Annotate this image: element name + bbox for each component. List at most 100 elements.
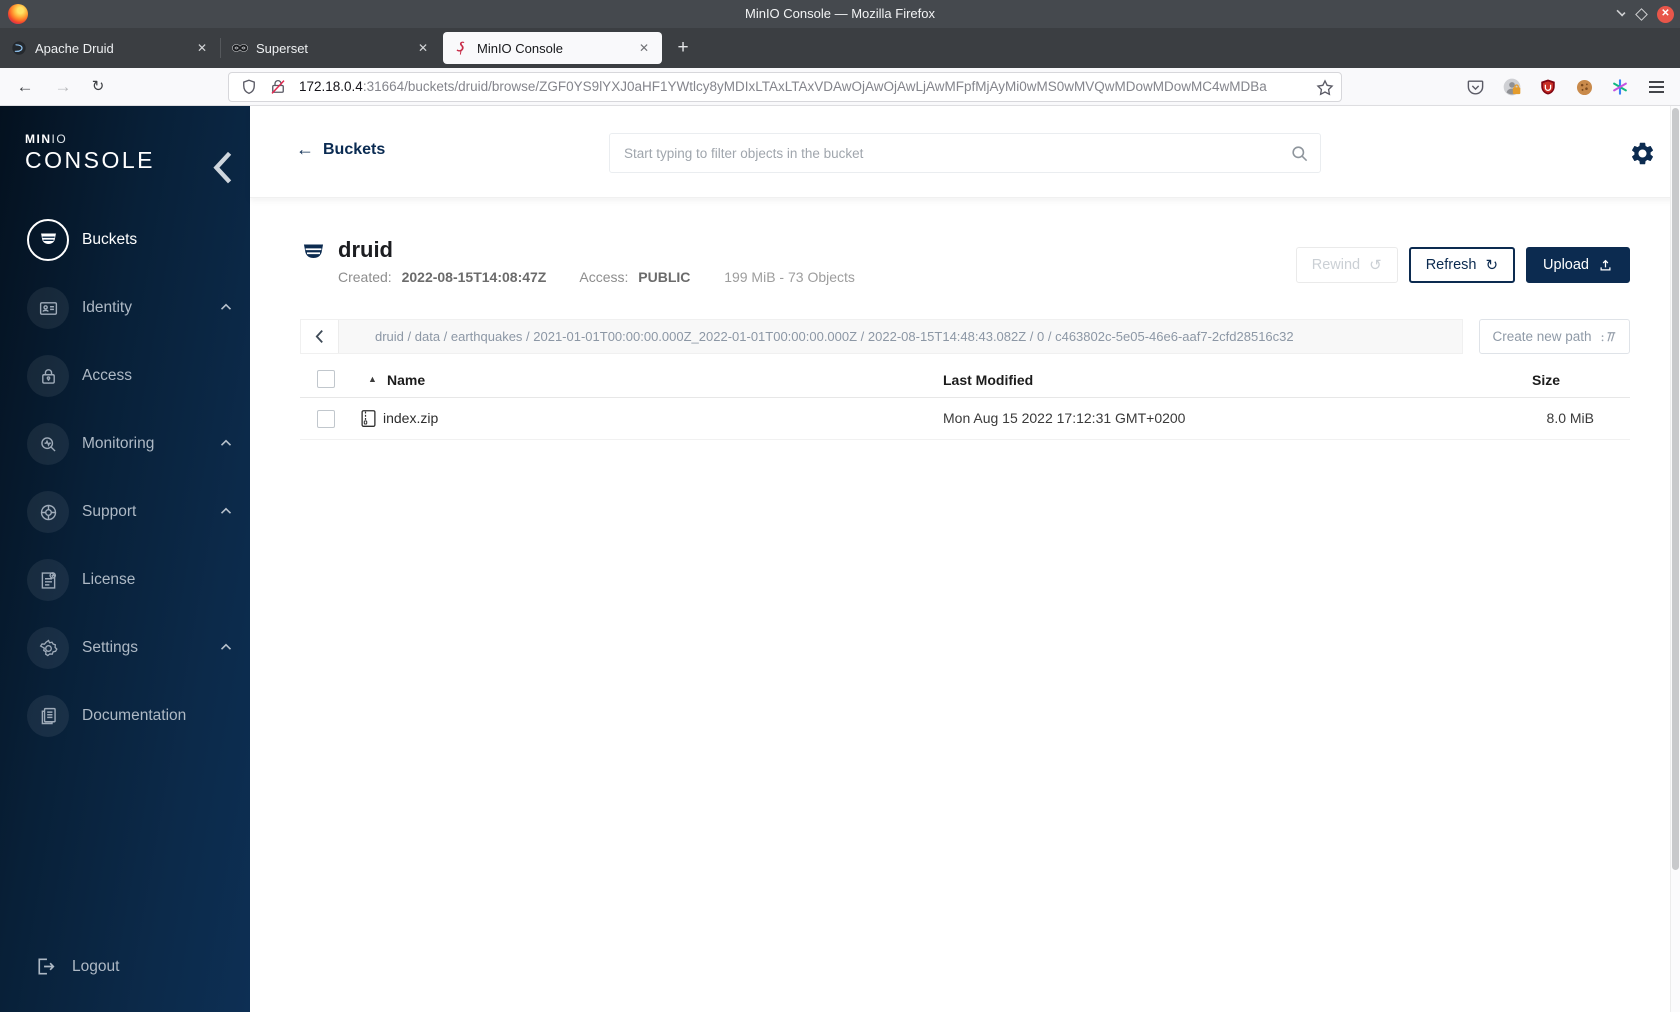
gear-icon bbox=[27, 627, 69, 669]
minio-console-logo: MINIO CONSOLE bbox=[25, 132, 155, 174]
ublock-origin-icon[interactable] bbox=[1534, 73, 1562, 101]
create-new-path-button[interactable]: Create new path bbox=[1479, 319, 1630, 354]
extension-asterisk-icon[interactable] bbox=[1606, 73, 1634, 101]
filter-objects-input[interactable] bbox=[609, 133, 1321, 173]
insecure-lock-icon[interactable] bbox=[269, 78, 287, 96]
select-all-checkbox[interactable] bbox=[317, 370, 335, 388]
cookie-icon[interactable] bbox=[1570, 73, 1598, 101]
tab-apache-druid[interactable]: Apache Druid ✕ bbox=[1, 32, 220, 64]
tab-label: MinIO Console bbox=[477, 40, 563, 56]
upload-button[interactable]: Upload bbox=[1526, 247, 1630, 283]
bucket-icon bbox=[27, 219, 69, 261]
reload-button[interactable]: ↻ bbox=[83, 72, 113, 102]
refresh-button[interactable]: Refresh ↻ bbox=[1408, 247, 1516, 283]
sidebar-item-settings[interactable]: Settings bbox=[0, 614, 250, 682]
menu-hamburger-icon[interactable] bbox=[1642, 73, 1670, 101]
tracking-shield-icon[interactable] bbox=[240, 78, 258, 96]
object-browser-main: ← Buckets druid Created: 2022-08-15T14:0… bbox=[250, 106, 1680, 1012]
sidebar-item-label: License bbox=[82, 571, 136, 588]
tab-minio-console[interactable]: MinIO Console ✕ bbox=[443, 32, 662, 64]
superset-favicon bbox=[232, 44, 248, 52]
back-button[interactable]: ← bbox=[10, 72, 40, 102]
window-close-button[interactable]: ✕ bbox=[1657, 5, 1674, 23]
logout-label: Logout bbox=[72, 958, 120, 975]
lock-icon bbox=[27, 355, 69, 397]
upload-icon bbox=[1600, 259, 1611, 270]
sidebar-collapse-icon[interactable] bbox=[212, 150, 234, 184]
pocket-icon[interactable] bbox=[1461, 73, 1489, 101]
sort-ascending-icon: ▲ bbox=[368, 374, 377, 384]
breadcrumb-bar: druid / data / earthquakes / 2021-01-01T… bbox=[300, 319, 1463, 354]
column-header-last-modified: Last Modified bbox=[943, 372, 1034, 388]
page-content: MINIO CONSOLE Buckets Identity Access Mo… bbox=[0, 106, 1680, 1012]
bucket-name: druid bbox=[338, 237, 393, 262]
object-last-modified: Mon Aug 15 2022 17:12:31 GMT+0200 bbox=[943, 410, 1186, 426]
column-header-name[interactable]: Name bbox=[387, 372, 425, 388]
license-doc-icon bbox=[27, 559, 69, 601]
back-to-buckets-link[interactable]: ← Buckets bbox=[296, 139, 385, 160]
tab-bar: Apache Druid ✕ Superset ✕ MinIO Console … bbox=[0, 28, 1680, 68]
tab-close-icon[interactable]: ✕ bbox=[192, 38, 212, 58]
chevron-up-icon[interactable] bbox=[220, 507, 232, 516]
sidebar-item-logout[interactable]: Logout bbox=[0, 937, 250, 997]
url-bar[interactable]: 172.18.0.4:31664/buckets/druid/browse/ZG… bbox=[228, 72, 1342, 102]
window-titlebar: MinIO Console — Mozilla Firefox ✕ bbox=[0, 0, 1680, 28]
sidebar-item-monitoring[interactable]: Monitoring bbox=[0, 410, 250, 478]
window-maximize-icon[interactable] bbox=[1635, 7, 1648, 21]
table-row[interactable]: index.zip Mon Aug 15 2022 17:12:31 GMT+0… bbox=[300, 398, 1630, 440]
tab-superset[interactable]: Superset ✕ bbox=[220, 32, 441, 64]
rewind-button[interactable]: Rewind ↺ bbox=[1295, 247, 1398, 283]
breadcrumb-back-button[interactable] bbox=[301, 320, 339, 353]
tab-label: Apache Druid bbox=[35, 40, 114, 56]
logout-icon bbox=[34, 955, 58, 979]
sidebar-item-documentation[interactable]: Documentation bbox=[0, 682, 250, 750]
rewind-icon: ↺ bbox=[1369, 256, 1382, 274]
chevron-up-icon[interactable] bbox=[220, 303, 232, 312]
bucket-meta: Created: 2022-08-15T14:08:47Z Access: PU… bbox=[338, 269, 855, 285]
sidebar-item-license[interactable]: License bbox=[0, 546, 250, 614]
object-name[interactable]: index.zip bbox=[383, 410, 438, 426]
sidebar-item-buckets[interactable]: Buckets bbox=[0, 206, 250, 274]
sidebar-item-label: Monitoring bbox=[82, 435, 155, 452]
sidebar-item-label: Buckets bbox=[82, 231, 138, 248]
settings-gear-icon[interactable] bbox=[1629, 140, 1656, 167]
url-text[interactable]: 172.18.0.4:31664/buckets/druid/browse/ZG… bbox=[299, 72, 1341, 102]
row-checkbox[interactable] bbox=[317, 410, 335, 428]
sidebar-item-support[interactable]: Support bbox=[0, 478, 250, 546]
chevron-up-icon[interactable] bbox=[220, 439, 232, 448]
scrollbar-thumb[interactable] bbox=[1672, 108, 1679, 870]
bucket-usage: 199 MiB - 73 Objects bbox=[724, 269, 855, 285]
refresh-icon: ↻ bbox=[1485, 256, 1499, 274]
page-scrollbar[interactable] bbox=[1670, 106, 1680, 1012]
objects-table: ▲ Name Last Modified Size index.zip Mon … bbox=[300, 365, 1630, 440]
forward-button[interactable]: → bbox=[48, 72, 78, 102]
profile-icon[interactable] bbox=[1498, 73, 1526, 101]
chevron-up-icon[interactable] bbox=[220, 643, 232, 652]
sidebar-item-access[interactable]: Access bbox=[0, 342, 250, 410]
identity-card-icon bbox=[27, 287, 69, 329]
url-fade bbox=[1271, 78, 1305, 98]
app-header: ← Buckets bbox=[250, 106, 1680, 198]
bucket-icon bbox=[300, 240, 327, 267]
bucket-actions: Rewind ↺ Refresh ↻ Upload bbox=[1295, 247, 1630, 283]
bookmark-star-icon[interactable] bbox=[1315, 78, 1335, 98]
magnifier-pulse-icon bbox=[27, 423, 69, 465]
minio-flamingo-favicon bbox=[456, 41, 465, 55]
window-minimize-icon[interactable] bbox=[1616, 7, 1626, 17]
sidebar-item-identity[interactable]: Identity bbox=[0, 274, 250, 342]
window-title: MinIO Console — Mozilla Firefox bbox=[745, 6, 935, 21]
tab-close-icon[interactable]: ✕ bbox=[413, 38, 433, 58]
druid-favicon bbox=[12, 41, 26, 55]
new-tab-button[interactable]: + bbox=[669, 34, 697, 62]
sidebar-menu: Buckets Identity Access Monitoring Suppo… bbox=[0, 206, 250, 750]
breadcrumb-path[interactable]: druid / data / earthquakes / 2021-01-01T… bbox=[339, 320, 1462, 353]
window-controls: ✕ bbox=[1616, 0, 1674, 28]
create-path-icon bbox=[1601, 331, 1615, 341]
tab-close-icon[interactable]: ✕ bbox=[634, 38, 654, 58]
sidebar-item-label: Documentation bbox=[82, 707, 187, 724]
created-value: 2022-08-15T14:08:47Z bbox=[401, 269, 547, 285]
access-value[interactable]: PUBLIC bbox=[638, 269, 690, 285]
lifebuoy-icon bbox=[27, 491, 69, 533]
column-header-size: Size bbox=[1531, 372, 1560, 388]
sidebar-item-label: Support bbox=[82, 503, 137, 520]
